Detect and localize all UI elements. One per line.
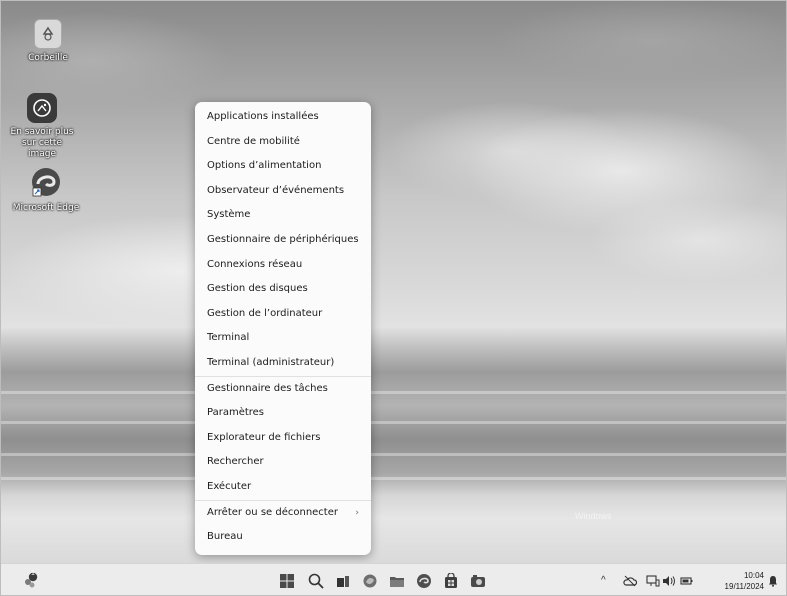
onedrive-icon[interactable]	[623, 575, 638, 591]
menu-item-run[interactable]: Exécuter	[195, 475, 371, 500]
menu-item-label: Paramètres	[207, 407, 265, 419]
edge-icon	[417, 574, 431, 588]
menu-item-power-options[interactable]: Options d’alimentation	[195, 154, 371, 179]
camera-app-button[interactable]	[469, 572, 487, 590]
menu-item-label: Système	[207, 209, 251, 221]
menu-item-label: Options d’alimentation	[207, 160, 322, 172]
menu-item-label: Terminal	[207, 332, 250, 344]
recycle-bin-icon	[34, 19, 62, 49]
battery-icon[interactable]	[680, 575, 694, 591]
menu-item-label: Exécuter	[207, 480, 252, 492]
menu-item-device-manager[interactable]: Gestionnaire de périphériques	[195, 228, 371, 253]
learn-about-picture-icon	[27, 93, 57, 123]
menu-item-label: Rechercher	[207, 456, 264, 468]
menu-item-label: Applications installées	[207, 111, 319, 122]
menu-item-label: Arrêter ou se déconnecter	[207, 506, 338, 518]
tray-clock[interactable]: 10:04 19/11/2024	[725, 570, 764, 592]
clock-date: 19/11/2024	[724, 582, 764, 591]
file-explorer-button[interactable]	[388, 572, 406, 590]
menu-item-label: Gestion des disques	[207, 283, 308, 295]
menu-item-settings[interactable]: Paramètres	[195, 401, 371, 426]
menu-item-installed-apps[interactable]: Applications installées	[195, 105, 371, 130]
menu-item-label: Gestionnaire de périphériques	[207, 233, 359, 245]
chevron-right-icon: ›	[355, 507, 359, 518]
desktop-icon-learn-about-picture[interactable]: En savoir plus sur cette image	[7, 93, 77, 160]
menu-item-mobility-center[interactable]: Centre de mobilité	[195, 130, 371, 155]
search-button[interactable]	[307, 572, 325, 590]
menu-item-file-explorer[interactable]: Explorateur de fichiers	[195, 426, 371, 451]
menu-item-event-viewer[interactable]: Observateur d’événements	[195, 179, 371, 204]
menu-item-label: Observateur d’événements	[207, 184, 345, 196]
menu-item-network-connections[interactable]: Connexions réseau	[195, 253, 371, 278]
tray-overflow-chevron[interactable]: ^	[601, 575, 606, 587]
menu-item-label: Terminal (administrateur)	[207, 356, 335, 368]
windows-activation-watermark: Windows	[575, 511, 612, 521]
task-view-icon	[337, 576, 349, 587]
task-view-button[interactable]	[334, 572, 352, 590]
taskbar: 1 ^ 10:04 19/11/2024	[1, 563, 786, 595]
menu-item-label: Centre de mobilité	[207, 135, 300, 147]
menu-item-label: Bureau	[207, 531, 243, 543]
menu-item-task-manager[interactable]: Gestionnaire des tâches	[195, 377, 371, 402]
clock-time: 10:04	[743, 571, 764, 580]
desktop-screen: Corbeille En savoir plus sur cette image…	[0, 0, 787, 596]
store-button[interactable]	[442, 572, 460, 590]
menu-item-label: Gestion de l’ordinateur	[207, 307, 323, 319]
folder-icon	[390, 577, 404, 587]
desktop-icon-label: Microsoft Edge	[12, 203, 80, 213]
copilot-icon	[363, 574, 377, 588]
menu-item-label: Connexions réseau	[207, 258, 303, 270]
menu-item-system[interactable]: Système	[195, 203, 371, 228]
desktop-icon-recycle-bin[interactable]: Corbeille	[13, 19, 83, 64]
desktop-icon-label: En savoir plus sur cette image	[10, 127, 74, 159]
camera-icon	[471, 575, 485, 587]
network-icon[interactable]	[646, 575, 660, 591]
menu-item-label: Gestionnaire des tâches	[207, 382, 328, 394]
store-icon	[445, 573, 457, 588]
menu-item-disk-management[interactable]: Gestion des disques	[195, 277, 371, 302]
start-button[interactable]	[278, 572, 296, 590]
menu-item-terminal[interactable]: Terminal	[195, 326, 371, 351]
notification-bell-icon[interactable]	[768, 575, 778, 591]
volume-icon[interactable]	[662, 575, 676, 591]
desktop-wallpaper	[1, 1, 786, 563]
menu-item-shutdown-signout[interactable]: Arrêter ou se déconnecter ›	[195, 501, 371, 526]
search-icon	[308, 573, 324, 589]
menu-item-desktop[interactable]: Bureau	[195, 525, 371, 550]
start-icon	[280, 574, 294, 588]
desktop-icon-label: Corbeille	[28, 53, 68, 63]
menu-item-label: Explorateur de fichiers	[207, 431, 321, 443]
edge-taskbar-button[interactable]	[415, 572, 433, 590]
menu-item-search[interactable]: Rechercher	[195, 450, 371, 475]
menu-item-terminal-admin[interactable]: Terminal (administrateur)	[195, 351, 371, 376]
desktop-icon-edge[interactable]: Microsoft Edge	[11, 165, 81, 214]
widgets-button[interactable]: 1	[21, 570, 39, 590]
winx-context-menu: Applications installées Centre de mobili…	[195, 102, 371, 555]
copilot-button[interactable]	[361, 572, 379, 590]
menu-item-computer-management[interactable]: Gestion de l’ordinateur	[195, 302, 371, 327]
notification-badge: 1	[31, 570, 35, 577]
edge-icon	[29, 165, 63, 199]
